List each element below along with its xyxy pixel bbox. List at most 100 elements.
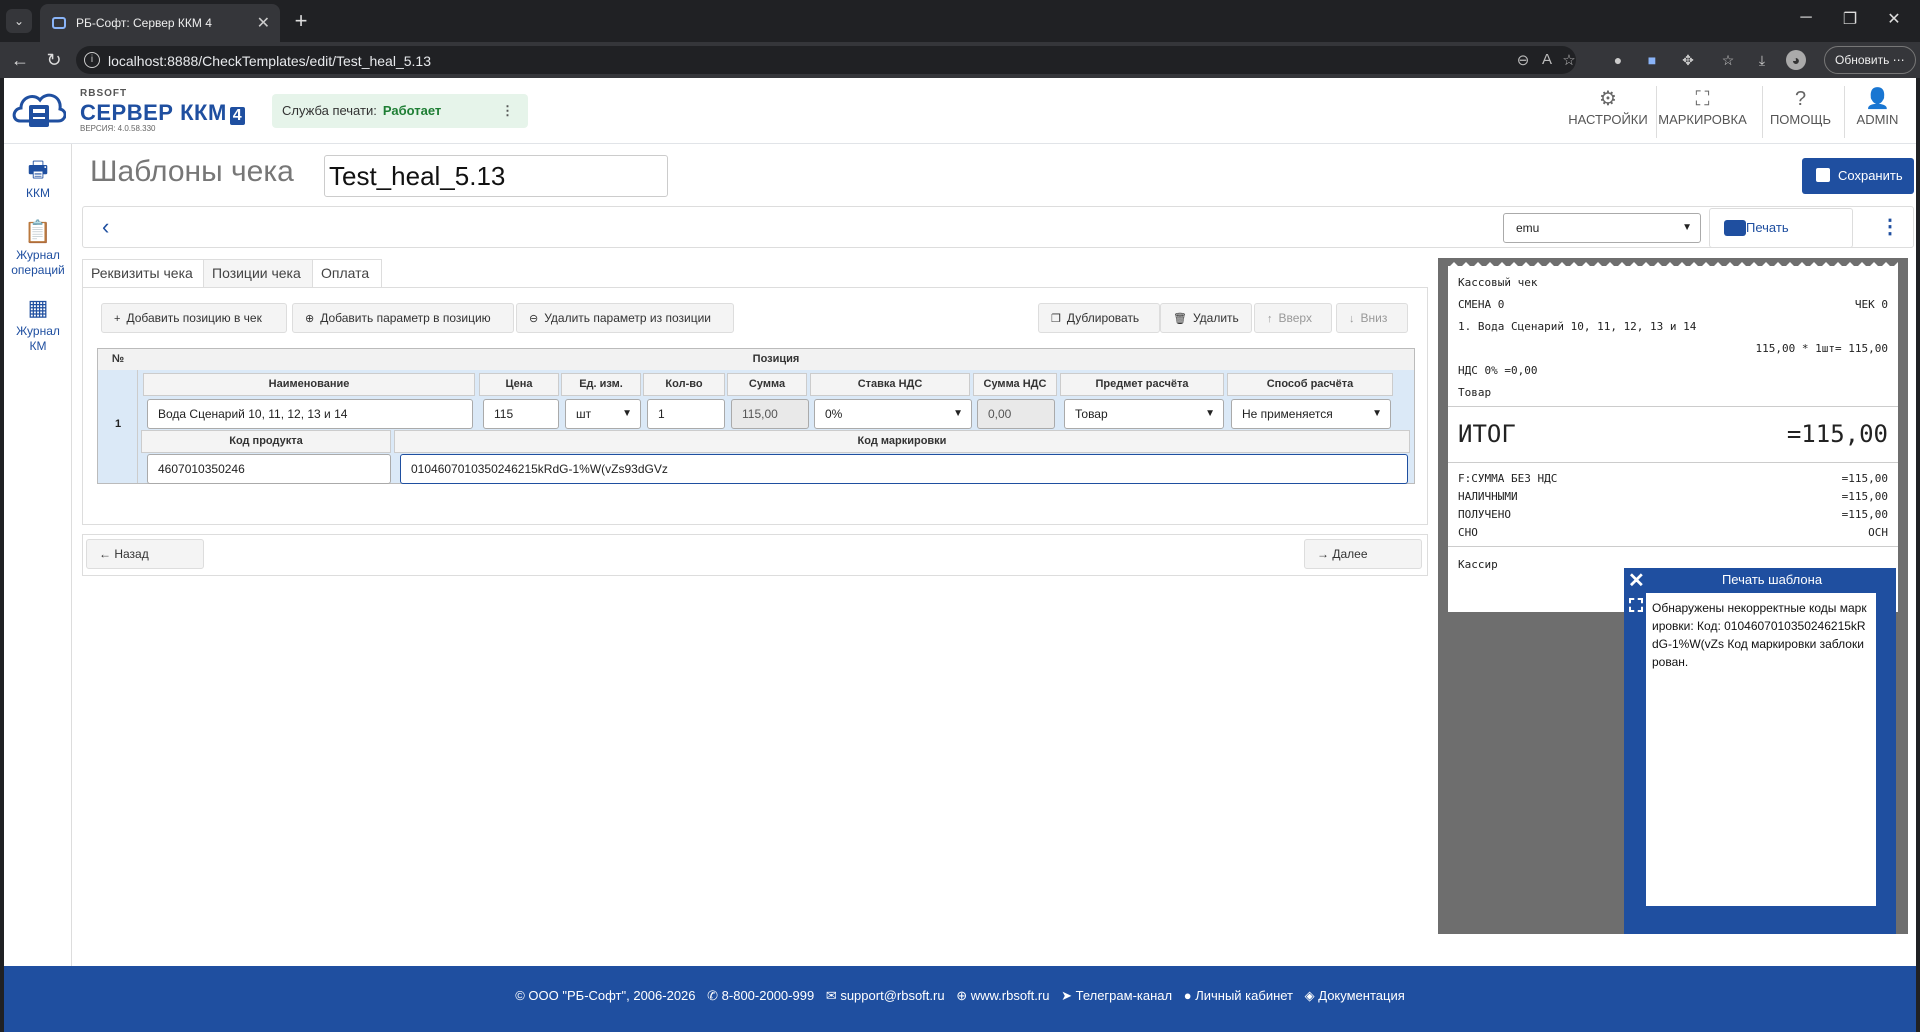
save-label: Сохранить <box>1838 168 1903 183</box>
next-button[interactable]: → Далее <box>1304 539 1422 569</box>
delete-button[interactable]: 🗑 Удалить <box>1160 303 1252 333</box>
receipt-item-line: 1. Вода Сценарий 10, 11, 12, 13 и 14 <box>1458 320 1697 333</box>
add-position-label: Добавить позицию в чек <box>126 311 262 325</box>
plus-icon: + <box>114 313 121 325</box>
duplicate-button[interactable]: ❐ Дублировать <box>1038 303 1160 333</box>
address-bar[interactable]: i localhost:8888/CheckTemplates/edit/Tes… <box>76 46 1576 74</box>
nav-admin[interactable]: 👤 ADMIN <box>1844 86 1910 138</box>
template-name-input[interactable]: Test_heal_5.13 <box>324 155 668 197</box>
tab-positions[interactable]: Позиции чека <box>203 259 313 287</box>
item-subject-select[interactable]: Товар ▼ <box>1064 399 1224 429</box>
chevron-left-icon[interactable]: ‹ <box>102 214 109 240</box>
sidebar-item-operations[interactable]: 📋 Журнал операций <box>4 216 72 278</box>
save-button[interactable]: Сохранить <box>1802 158 1914 194</box>
footer-email[interactable]: ✉ support@rbsoft.ru <box>826 988 945 1003</box>
price-header: Цена <box>479 373 559 396</box>
item-sum-field: 115,00 <box>731 399 809 429</box>
extensions-puzzle-icon[interactable]: ✥ <box>1678 50 1698 70</box>
sidebar: 🖶 ККМ 📋 Журнал операций ▦ Журнал КМ <box>4 144 72 966</box>
close-tab-icon[interactable]: ✕ <box>257 13 270 33</box>
add-position-button[interactable]: + Добавить позицию в чек <box>101 303 287 333</box>
clipboard-icon: 📋 <box>24 219 52 244</box>
more-menu-icon[interactable]: ⋮ <box>1880 214 1900 239</box>
print-button[interactable]: Печать <box>1709 208 1853 248</box>
receipt-line-label: ПОЛУЧЕНО <box>1458 508 1511 521</box>
footer-docs[interactable]: ◈ Документация <box>1305 988 1405 1003</box>
downloads-icon[interactable]: ⤓ <box>1752 50 1772 70</box>
move-up-button[interactable]: ↑ Вверх <box>1254 303 1332 333</box>
footer-site[interactable]: ⊕ www.rbsoft.ru <box>956 988 1049 1003</box>
minimize-icon[interactable]: ─ <box>1786 9 1826 27</box>
unit-header: Ед. изм. <box>561 373 641 396</box>
item-qty-input[interactable]: 1 <box>647 399 725 429</box>
tab-payment[interactable]: Оплата <box>312 259 382 287</box>
item-price-input[interactable]: 115 <box>483 399 559 429</box>
move-down-label: Вниз <box>1360 311 1388 325</box>
trash-icon: 🗑 <box>1173 313 1187 325</box>
receipt-total-value: =115,00 <box>1786 420 1888 448</box>
profile-avatar-icon[interactable]: ◕ <box>1786 50 1806 70</box>
nav-help[interactable]: ? ПОМОЩЬ <box>1762 86 1838 138</box>
favorite-star-icon[interactable]: ☆ <box>1558 51 1580 69</box>
zoom-icon[interactable]: ⊖ <box>1512 51 1534 69</box>
restore-icon[interactable]: ❐ <box>1830 9 1870 29</box>
receipt-title: Кассовый чек <box>1458 276 1538 289</box>
app-version: ВЕРСИЯ: 4.0.58.330 <box>80 124 156 133</box>
item-name-input[interactable]: Вода Сценарий 10, 11, 12, 13 и 14 <box>147 399 473 429</box>
print-service-menu-icon[interactable]: ⋮ <box>501 94 514 128</box>
chevron-down-icon: ▼ <box>953 408 963 419</box>
footer-cabinet[interactable]: ● Личный кабинет <box>1184 988 1293 1003</box>
new-tab-icon[interactable]: + <box>288 8 314 34</box>
remove-param-button[interactable]: ⊖ Удалить параметр из позиции <box>516 303 734 333</box>
item-vat-rate-select[interactable]: 0% ▼ <box>814 399 972 429</box>
tab-requisites[interactable]: Реквизиты чека <box>82 259 204 287</box>
logo-title: СЕРВЕР ККМ 4 <box>80 100 246 126</box>
row-number: 1 <box>114 418 122 430</box>
chevron-down-icon: ▼ <box>622 408 632 419</box>
receipt-check: ЧЕК 0 <box>1854 298 1888 311</box>
receipt-total-label: ИТОГ <box>1458 420 1516 448</box>
back-arrow-icon[interactable]: ← <box>8 50 32 71</box>
close-icon[interactable]: ✕ <box>1628 568 1645 593</box>
receipt-line: СНО ОСН <box>1458 526 1888 539</box>
nav-marking[interactable]: ⛶ МАРКИРОВКА <box>1656 86 1748 138</box>
arrow-left-icon: ← <box>99 547 115 561</box>
expand-icon[interactable] <box>1629 598 1643 612</box>
nav-admin-label: ADMIN <box>1856 112 1899 127</box>
extension-icon[interactable]: ● <box>1608 50 1628 70</box>
reload-icon[interactable]: ↻ <box>42 50 66 71</box>
footer-telegram[interactable]: ➤ Телеграм-канал <box>1061 988 1172 1003</box>
receipt-line: F:СУММА БЕЗ НДС =115,00 <box>1458 472 1888 485</box>
print-template-dialog: ✕ Печать шаблона Обнаружены некорректные… <box>1624 568 1896 934</box>
nav-settings[interactable]: ⚙ НАСТРОЙКИ <box>1568 86 1648 138</box>
vat-sum-header: Сумма НДС <box>973 373 1057 396</box>
telegram-icon: ➤ <box>1061 988 1076 1003</box>
move-down-button[interactable]: ↓ Вниз <box>1336 303 1408 333</box>
footer-phone[interactable]: ✆ 8-800-2000-999 <box>707 988 814 1003</box>
item-subject-value: Товар <box>1075 407 1108 421</box>
site-info-icon[interactable]: i <box>84 52 100 68</box>
read-aloud-icon[interactable]: A <box>1536 51 1558 68</box>
back-button[interactable]: ← Назад <box>86 539 204 569</box>
browser-tab[interactable]: РБ-Софт: Сервер ККМ 4 ✕ <box>40 4 280 42</box>
marking-code-input[interactable]: 0104607010350246215kRdG-1%W(vZs93dGVz <box>400 454 1408 484</box>
close-window-icon[interactable]: ✕ <box>1874 9 1914 29</box>
add-param-button[interactable]: ⊕ Добавить параметр в позицию <box>292 303 514 333</box>
product-code-input[interactable]: 4607010350246 <box>147 454 391 484</box>
sidebar-item-km-journal[interactable]: ▦ Журнал КМ <box>4 292 72 354</box>
favorites-icon[interactable]: ☆ <box>1718 50 1738 70</box>
tab-search-icon[interactable]: ⌄ <box>6 9 32 33</box>
copy-icon: ❐ <box>1051 313 1061 325</box>
sidebar-item-kkm[interactable]: 🖶 ККМ <box>4 154 72 201</box>
update-button[interactable]: Обновить ⋯ <box>1824 46 1916 74</box>
minus-circle-icon: ⊖ <box>529 313 539 325</box>
item-method-select[interactable]: Не применяется ▼ <box>1231 399 1391 429</box>
extension-badge-icon[interactable]: ■ <box>1642 50 1662 70</box>
logo-brand: RBSOFT <box>80 88 128 99</box>
device-select[interactable]: emu ▼ <box>1503 213 1701 243</box>
browser-tab-title: РБ-Софт: Сервер ККМ 4 <box>76 16 212 30</box>
item-unit-select[interactable]: шт ▼ <box>565 399 641 429</box>
footer-copyright: © ООО "РБ-Софт", 2006-2026 <box>515 988 696 1003</box>
address-url[interactable]: localhost:8888/CheckTemplates/edit/Test_… <box>108 53 431 69</box>
receipt-line-value: =115,00 <box>1841 508 1888 521</box>
